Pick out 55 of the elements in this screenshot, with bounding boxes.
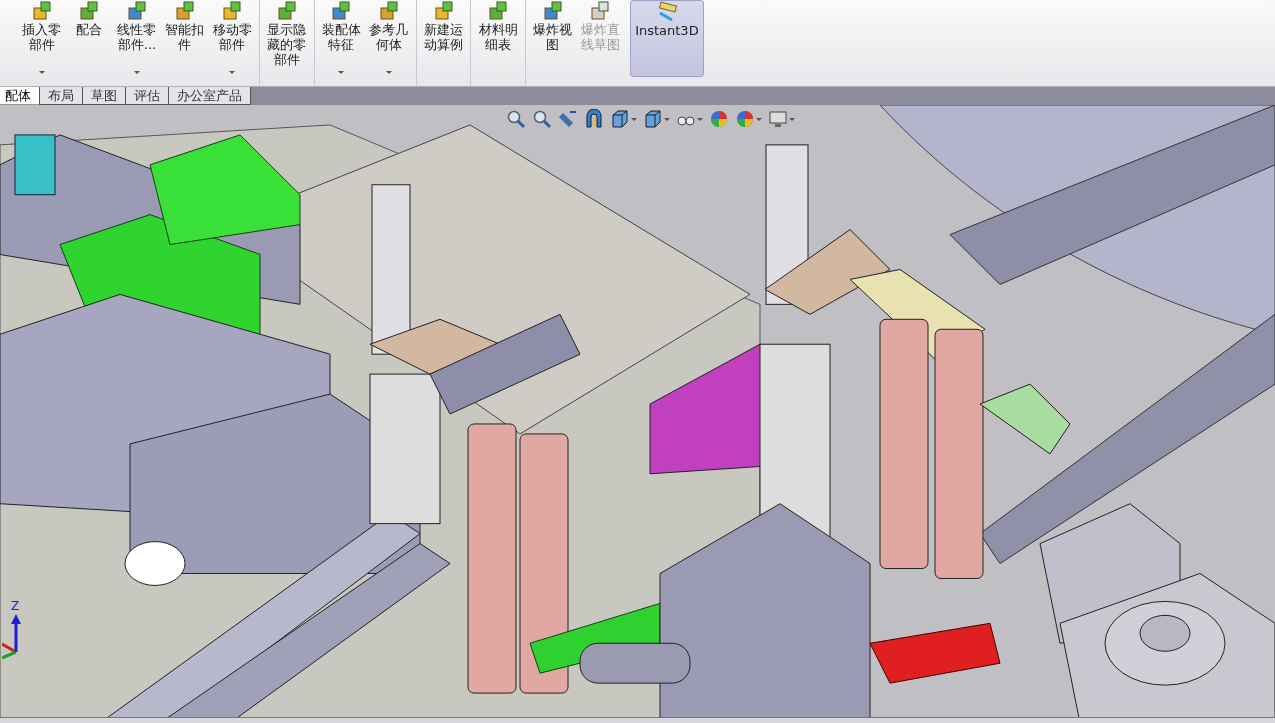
view-toolbar-button[interactable] xyxy=(643,109,670,129)
part-icon xyxy=(589,0,612,22)
tab[interactable]: 布局 xyxy=(39,87,83,105)
tab[interactable]: 办公室产品 xyxy=(168,87,251,105)
axis-triad-icon xyxy=(2,613,22,659)
toolbar-button[interactable]: 参考几何体 xyxy=(365,0,413,86)
axis-label: Z xyxy=(11,599,20,613)
toolbar-button[interactable]: 材料明细表 xyxy=(470,0,522,86)
view-toolbar-button[interactable] xyxy=(768,109,795,129)
part-icon xyxy=(78,0,101,22)
view-toolbar-button[interactable] xyxy=(506,109,526,129)
caret-icon xyxy=(631,117,637,121)
part-icon xyxy=(221,0,244,22)
toolbar-button[interactable]: 插入零部件 xyxy=(18,0,66,86)
cube-icon xyxy=(610,109,630,129)
part-icon xyxy=(173,0,196,22)
caret-icon xyxy=(697,117,703,121)
view-toolbar-button[interactable] xyxy=(532,109,552,129)
view-toolbar-button[interactable] xyxy=(610,109,637,129)
part-icon xyxy=(30,0,53,22)
part-icon xyxy=(541,0,564,22)
toolbar-button[interactable]: 显示隐藏的零部件 xyxy=(258,0,311,86)
sphere-icon xyxy=(709,109,729,129)
monitor-icon xyxy=(768,109,788,129)
caret-icon xyxy=(229,71,236,74)
caret-icon xyxy=(38,71,45,74)
toolbar-button[interactable]: 配合 xyxy=(65,0,114,86)
magnifier-icon xyxy=(506,109,526,129)
part-icon xyxy=(275,0,298,22)
magnifier-icon xyxy=(532,109,552,129)
toolbar-button[interactable]: 智能扣件 xyxy=(160,0,209,86)
part-icon xyxy=(432,0,455,22)
caret-icon xyxy=(789,117,795,121)
caret-icon xyxy=(338,71,345,74)
tab[interactable]: 草图 xyxy=(82,87,126,105)
caret-icon xyxy=(664,117,670,121)
cylinder-icon xyxy=(584,109,604,129)
toolbar-button[interactable]: 装配体特征 xyxy=(313,0,366,86)
toolbar-button[interactable]: 线性零部件... xyxy=(113,0,161,86)
part-icon xyxy=(377,0,400,22)
cube-icon xyxy=(643,109,663,129)
tab[interactable]: 配体 xyxy=(0,87,40,105)
toolbar-button[interactable]: 移动零部件 xyxy=(208,0,256,86)
sphere-icon xyxy=(735,109,755,129)
part-icon xyxy=(487,0,510,22)
toggle-button[interactable]: Instant3D xyxy=(630,0,704,77)
toolbar-button[interactable]: 爆炸视图 xyxy=(524,0,577,86)
caret-icon xyxy=(134,71,140,74)
caret-icon xyxy=(756,117,762,121)
tab[interactable]: 评估 xyxy=(125,87,169,105)
part-icon xyxy=(126,0,148,22)
toolbar-button[interactable]: 新建运动算例 xyxy=(415,0,468,86)
part-icon xyxy=(330,0,353,22)
caret-icon xyxy=(385,71,392,74)
view-toolbar-button[interactable] xyxy=(584,109,604,129)
